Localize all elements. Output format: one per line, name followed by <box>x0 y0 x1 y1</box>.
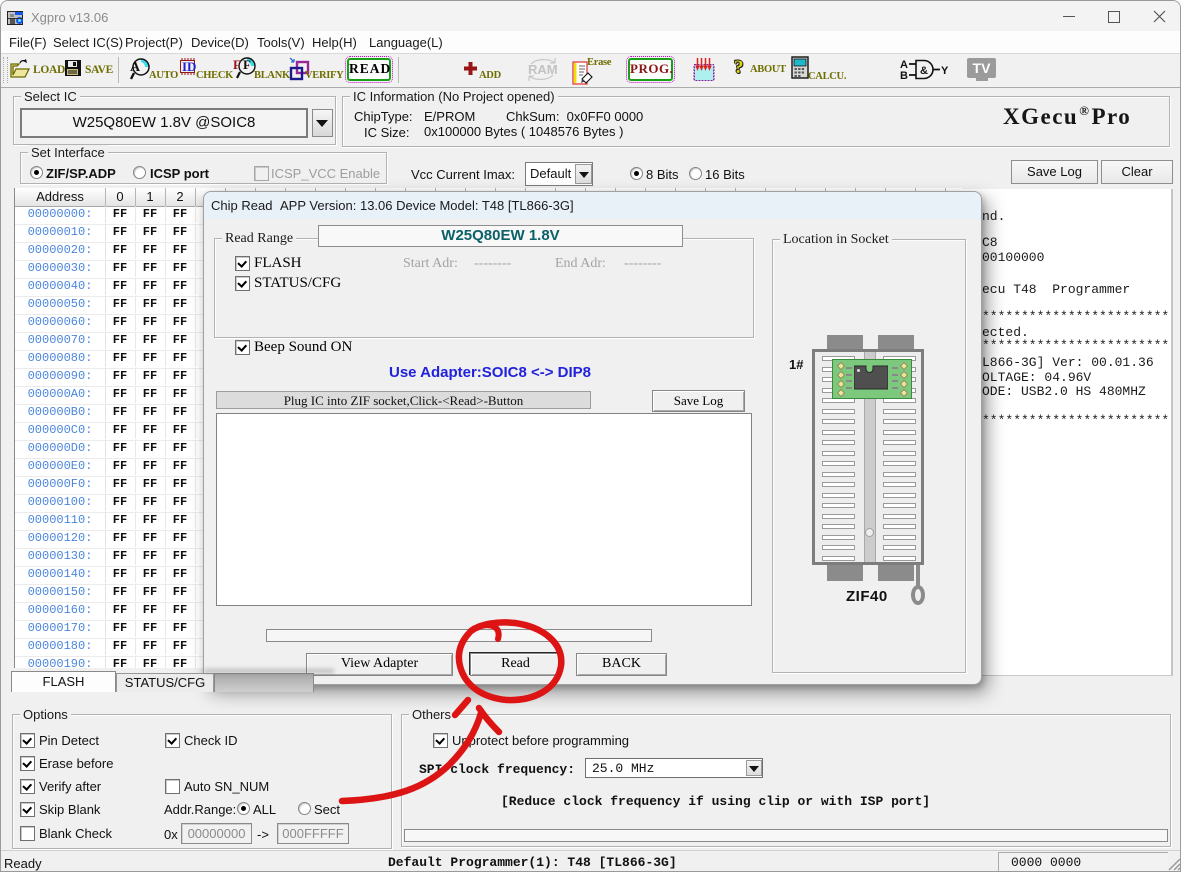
svg-text:&: & <box>920 65 928 77</box>
svg-text:F: F <box>233 57 241 72</box>
svg-text:ID: ID <box>182 59 196 74</box>
svg-text:B: B <box>900 70 908 81</box>
svg-text:Y: Y <box>941 65 948 77</box>
svg-text:A: A <box>130 60 141 75</box>
svg-text:F: F <box>243 57 251 72</box>
